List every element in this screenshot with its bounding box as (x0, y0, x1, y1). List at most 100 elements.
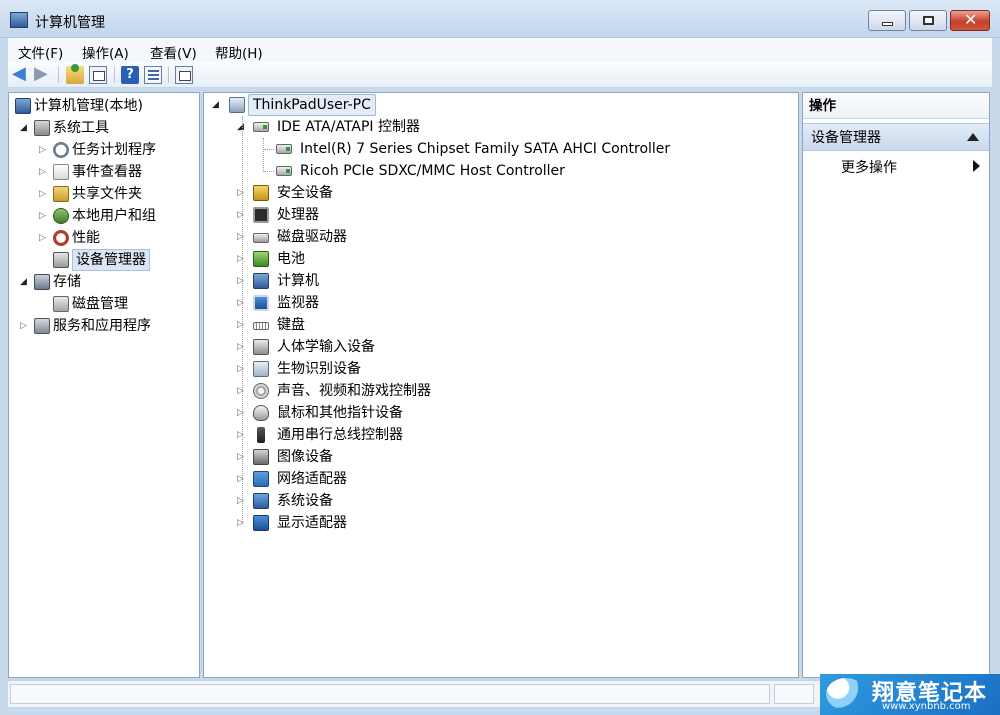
status-segment (10, 684, 770, 704)
show-hide-tree-icon[interactable] (89, 66, 107, 84)
event-viewer-icon (53, 164, 69, 180)
nav-item[interactable]: ▷ 任务计划程序 (9, 139, 199, 161)
tree-connector (242, 116, 243, 524)
device-category[interactable]: ▷ 网络适配器 (204, 468, 798, 490)
collapse-up-icon[interactable] (967, 133, 979, 141)
pc-icon (229, 97, 245, 113)
action-pane-icon[interactable] (144, 66, 162, 84)
back-arrow-icon[interactable]: ◀ (12, 65, 30, 84)
collapse-triangle-icon[interactable]: ◢ (20, 117, 30, 139)
actions-pane: 操作 设备管理器 更多操作 (802, 92, 990, 678)
nav-item[interactable]: 设备管理器 (9, 249, 199, 271)
toolbar-separator (168, 67, 169, 83)
collapse-triangle-icon[interactable]: ◢ (212, 94, 222, 116)
device-category[interactable]: ▷ 处理器 (204, 204, 798, 226)
tree-item-label: 共享文件夹 (72, 186, 142, 202)
expand-triangle-icon[interactable]: ▷ (39, 183, 49, 205)
device-category[interactable]: ▷ 通用串行总线控制器 (204, 424, 798, 446)
tree-item-label: 网络适配器 (277, 471, 347, 487)
toolbar: ◀ ▶ ? (8, 62, 992, 88)
device-category[interactable]: ▷ 安全设备 (204, 182, 798, 204)
nav-item[interactable]: 磁盘管理 (9, 293, 199, 315)
device-category[interactable]: ▷ 键盘 (204, 314, 798, 336)
device-item[interactable]: Ricoh PCIe SDXC/MMC Host Controller (204, 160, 798, 182)
nav-item[interactable]: ▷ 性能 (9, 227, 199, 249)
device-category[interactable]: ◢ IDE ATA/ATAPI 控制器 (204, 116, 798, 138)
forward-arrow-icon[interactable]: ▶ (34, 65, 52, 84)
watermark-url: www.xynbnb.com (882, 701, 971, 712)
tree-item-label: IDE ATA/ATAPI 控制器 (277, 119, 421, 135)
up-folder-icon[interactable] (66, 64, 84, 84)
host-node[interactable]: ◢ ThinkPadUser-PC (204, 94, 798, 116)
nav-item[interactable]: 计算机管理(本地) (9, 95, 199, 117)
device-category[interactable]: ▷ 显示适配器 (204, 512, 798, 534)
disk-drive-icon (253, 233, 269, 243)
monitor-icon (253, 295, 269, 311)
tree-item-label: 事件查看器 (72, 164, 142, 180)
clock-icon (53, 142, 69, 158)
nav-item[interactable]: ▷ 共享文件夹 (9, 183, 199, 205)
menu-file[interactable]: 文件(F) (18, 42, 63, 62)
device-category[interactable]: ▷ 人体学输入设备 (204, 336, 798, 358)
device-item[interactable]: Intel(R) 7 Series Chipset Family SATA AH… (204, 138, 798, 160)
more-actions-link[interactable]: 更多操作 (841, 157, 897, 177)
tree-item-label: 服务和应用程序 (53, 318, 151, 334)
tree-item-label: Intel(R) 7 Series Chipset Family SATA AH… (300, 141, 671, 157)
tree-item-label: 系统设备 (277, 493, 333, 509)
tree-item-label: 计算机管理(本地) (34, 98, 143, 114)
expand-triangle-icon[interactable]: ▷ (39, 161, 49, 183)
ide-controller-icon (276, 144, 292, 154)
menu-help[interactable]: 帮助(H) (215, 42, 263, 62)
device-category[interactable]: ▷ 磁盘驱动器 (204, 226, 798, 248)
tree-item-label: ThinkPadUser-PC (248, 94, 376, 116)
device-category[interactable]: ▷ 声音、视频和游戏控制器 (204, 380, 798, 402)
maximize-button[interactable] (909, 10, 947, 31)
system-device-icon (253, 493, 269, 509)
device-tree[interactable]: ◢ ThinkPadUser-PC ◢ IDE ATA/ATAPI 控制器 Intel(… (203, 92, 799, 678)
actions-section-device-manager[interactable]: 设备管理器 (803, 123, 989, 151)
device-category[interactable]: ▷ 监视器 (204, 292, 798, 314)
minimize-button[interactable] (868, 10, 906, 31)
nav-item[interactable]: ◢ 系统工具 (9, 117, 199, 139)
system-tools-icon (34, 120, 50, 136)
tree-item-label: 监视器 (277, 295, 319, 311)
nav-item[interactable]: ▷ 服务和应用程序 (9, 315, 199, 337)
scan-hardware-icon[interactable] (175, 66, 193, 84)
expand-triangle-icon[interactable]: ▷ (20, 315, 30, 337)
menu-view[interactable]: 查看(V) (150, 42, 197, 62)
device-category[interactable]: ▷ 计算机 (204, 270, 798, 292)
minimize-icon (882, 22, 893, 26)
expand-triangle-icon[interactable]: ▷ (39, 205, 49, 227)
help-icon[interactable]: ? (121, 66, 139, 84)
mouse-icon (253, 405, 269, 421)
battery-icon (253, 251, 269, 267)
tree-connector (264, 171, 274, 172)
watermark: 翔意笔记本 www.xynbnb.com (820, 674, 1000, 715)
nav-item[interactable]: ▷ 事件查看器 (9, 161, 199, 183)
menu-action[interactable]: 操作(A) (82, 42, 129, 62)
network-adapter-icon (253, 471, 269, 487)
device-category[interactable]: ▷ 图像设备 (204, 446, 798, 468)
collapse-triangle-icon[interactable]: ◢ (20, 271, 30, 293)
device-category[interactable]: ▷ 电池 (204, 248, 798, 270)
tree-item-label: 磁盘管理 (72, 296, 128, 312)
nav-item[interactable]: ▷ 本地用户和组 (9, 205, 199, 227)
navigation-tree[interactable]: 计算机管理(本地) ◢ 系统工具 ▷ 任务计划程序 ▷ 事件查看器 ▷ 共享文件夹 ▷ 本地用户和组… (8, 92, 200, 678)
device-category[interactable]: ▷ 系统设备 (204, 490, 798, 512)
hid-icon (253, 339, 269, 355)
device-manager-icon (53, 252, 69, 268)
device-category[interactable]: ▷ 生物识别设备 (204, 358, 798, 380)
device-category[interactable]: ▷ 鼠标和其他指针设备 (204, 402, 798, 424)
security-device-icon (253, 185, 269, 201)
tree-item-label: 电池 (277, 251, 305, 267)
expand-triangle-icon[interactable]: ▷ (39, 227, 49, 249)
nav-item[interactable]: ◢ 存储 (9, 271, 199, 293)
usb-icon (257, 427, 265, 443)
close-icon: ✕ (964, 10, 978, 29)
close-button[interactable]: ✕ (950, 10, 990, 31)
biometric-icon (253, 361, 269, 377)
tree-item-label: 处理器 (277, 207, 319, 223)
submenu-arrow-icon[interactable] (973, 160, 980, 172)
shared-folder-icon (53, 186, 69, 202)
expand-triangle-icon[interactable]: ▷ (39, 139, 49, 161)
